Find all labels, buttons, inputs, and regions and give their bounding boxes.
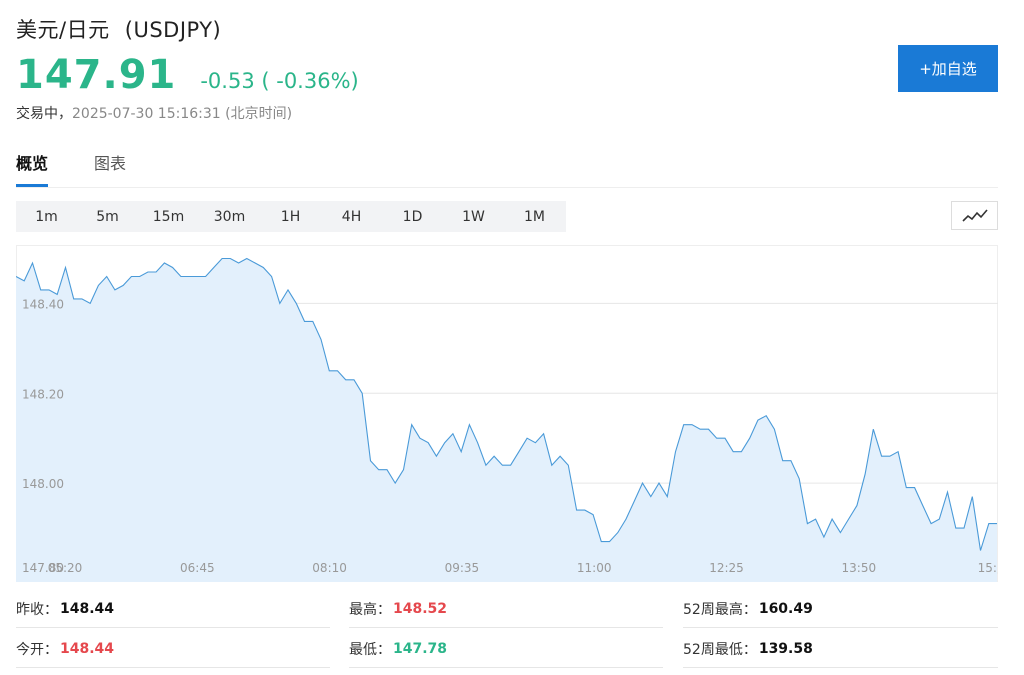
- add-to-watchlist-button[interactable]: +加自选: [898, 45, 998, 92]
- last-price: 147.91: [16, 52, 177, 98]
- stat-value: 148.52: [393, 600, 448, 617]
- tab-overview[interactable]: 概览: [16, 150, 49, 187]
- stat-label: 今开：: [16, 641, 58, 658]
- range-5m[interactable]: 5m: [77, 201, 138, 232]
- x-tick-label: 05:20: [48, 561, 83, 575]
- stat-prev-close: 昨收： 148.44: [16, 590, 330, 628]
- range-1d[interactable]: 1D: [382, 201, 443, 232]
- y-tick-label: 148.00: [22, 477, 64, 491]
- stat-label: 最低：: [349, 641, 391, 658]
- range-1m[interactable]: 1m: [16, 201, 77, 232]
- stat-value: 148.44: [60, 600, 115, 617]
- stat-value: 160.49: [758, 600, 813, 617]
- time-range-selector: 1m 5m 15m 30m 1H 4H 1D 1W 1M: [16, 201, 566, 232]
- x-tick-label: 13:50: [842, 561, 877, 575]
- stat-value: 147.78: [393, 640, 448, 657]
- range-30m[interactable]: 30m: [199, 201, 260, 232]
- trading-state: 交易中，: [16, 106, 72, 122]
- y-tick-label: 148.20: [22, 387, 64, 401]
- x-tick-label: 09:35: [445, 561, 480, 575]
- tab-bar: 概览 图表: [16, 150, 998, 188]
- x-tick-label: 06:45: [180, 561, 215, 575]
- stat-52w-high: 52周最高： 160.49: [683, 590, 998, 628]
- stat-label: 最高：: [349, 601, 391, 618]
- trading-status: 交易中，2025-07-30 15:16:31 (北京时间): [16, 103, 292, 123]
- stat-open: 今开： 148.44: [16, 630, 330, 668]
- x-tick-label: 15:1: [978, 561, 998, 575]
- x-tick-label: 12:25: [709, 561, 744, 575]
- instrument-symbol: (USDJPY): [124, 18, 222, 42]
- range-4h[interactable]: 4H: [321, 201, 382, 232]
- stat-value: 139.58: [758, 640, 813, 657]
- tab-chart[interactable]: 图表: [94, 150, 126, 187]
- stat-label: 52周最低：: [683, 641, 757, 658]
- stat-52w-low: 52周最低： 139.58: [683, 630, 998, 668]
- stat-value: 148.44: [60, 640, 115, 657]
- stat-label: 52周最高：: [683, 601, 757, 618]
- instrument-name: 美元/日元: [16, 18, 110, 42]
- range-1mo[interactable]: 1M: [504, 201, 565, 232]
- stat-low: 最低： 147.78: [349, 630, 663, 668]
- range-15m[interactable]: 15m: [138, 201, 199, 232]
- x-tick-label: 11:00: [577, 561, 612, 575]
- range-1h[interactable]: 1H: [260, 201, 321, 232]
- line-chart-icon: [961, 208, 988, 222]
- quote-timestamp: 2025-07-30 15:16:31 (北京时间): [72, 106, 293, 122]
- price-change: -0.53 ( -0.36%): [200, 69, 359, 93]
- chart-type-button[interactable]: [951, 201, 998, 230]
- price-row: 147.91 -0.53 ( -0.36%): [16, 52, 359, 98]
- range-1w[interactable]: 1W: [443, 201, 504, 232]
- y-tick-label: 148.40: [22, 297, 64, 311]
- instrument-title: 美元/日元 (USDJPY): [16, 14, 221, 44]
- intraday-chart: 147.80148.00148.20148.4005:20 06:45 08:10 0…: [16, 245, 998, 582]
- stat-high: 最高： 148.52: [349, 590, 663, 628]
- stat-label: 昨收：: [16, 601, 58, 618]
- x-tick-label: 08:10: [312, 561, 347, 575]
